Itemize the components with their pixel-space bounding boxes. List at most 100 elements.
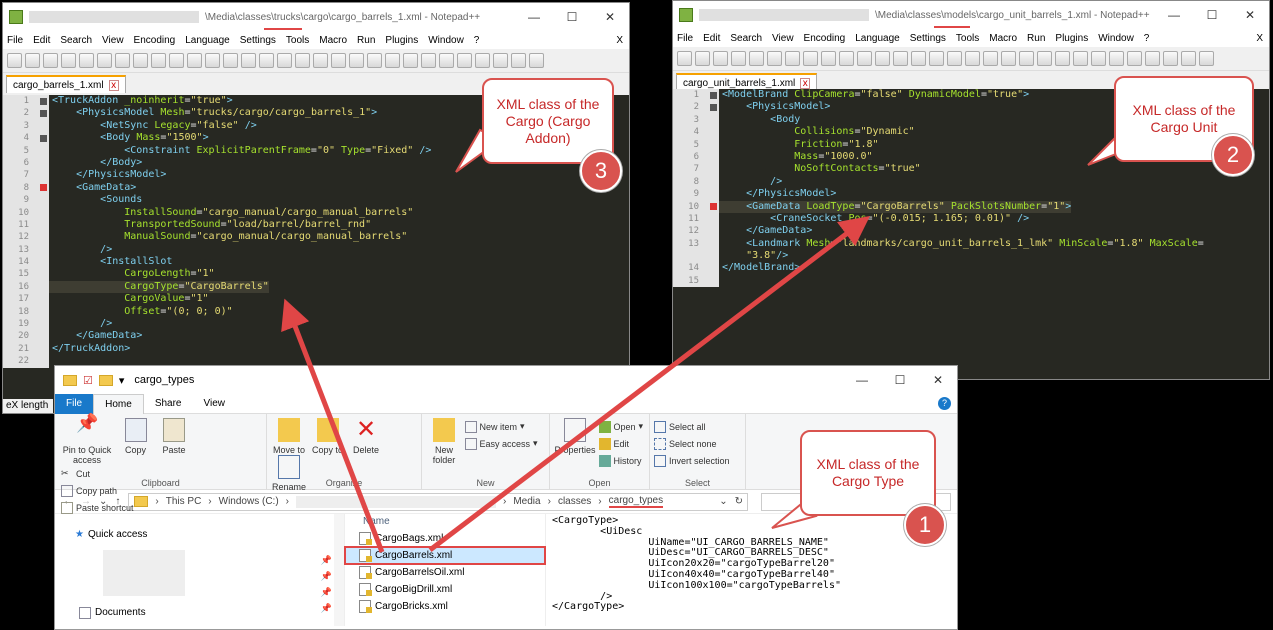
file-item[interactable]: CargoBarrelsOil.xml bbox=[345, 564, 545, 581]
easy-access-button[interactable]: Easy access ▾ bbox=[464, 435, 538, 452]
toolbar-button-icon[interactable] bbox=[1181, 51, 1196, 66]
menu-window[interactable]: Window bbox=[428, 35, 464, 46]
nav-scrollbar[interactable] bbox=[334, 514, 344, 626]
toolbar-button-icon[interactable] bbox=[43, 53, 58, 68]
quick-access-toolbar-icon[interactable]: ☑ bbox=[83, 374, 93, 387]
code-line[interactable]: 11 <CraneSocket Pos="(-0.015; 1.165; 0.0… bbox=[673, 212, 1269, 226]
toolbar-button-icon[interactable] bbox=[97, 53, 112, 68]
tab-file[interactable]: File bbox=[55, 393, 94, 414]
toolbar-button-icon[interactable] bbox=[965, 51, 980, 66]
menu-plugins[interactable]: Plugins bbox=[385, 35, 418, 46]
toolbar-button-icon[interactable] bbox=[421, 53, 436, 68]
toolbar-button-icon[interactable] bbox=[187, 53, 202, 68]
fold-marker[interactable] bbox=[37, 181, 49, 195]
tab-close-icon[interactable]: x bbox=[108, 79, 119, 91]
fold-marker[interactable] bbox=[707, 200, 719, 213]
maximize-icon[interactable]: ☐ bbox=[881, 366, 919, 394]
edit-button[interactable]: Edit bbox=[598, 435, 644, 452]
close-icon[interactable]: ✕ bbox=[919, 366, 957, 394]
menu-run[interactable]: Run bbox=[1027, 33, 1045, 44]
menu-language[interactable]: Language bbox=[185, 35, 230, 46]
menu-view[interactable]: View bbox=[102, 35, 124, 46]
toolbar-button-icon[interactable] bbox=[767, 51, 782, 66]
file-item[interactable]: CargoBricks.xml bbox=[345, 598, 545, 615]
column-header-name[interactable]: Name bbox=[345, 514, 545, 530]
toolbar-button-icon[interactable] bbox=[695, 51, 710, 66]
menu-encoding[interactable]: Encoding bbox=[134, 35, 176, 46]
code-line[interactable]: 11 TransportedSound="load/barrel/barrel_… bbox=[3, 218, 629, 232]
tab-view[interactable]: View bbox=[193, 394, 237, 414]
toolbar-button-icon[interactable] bbox=[731, 51, 746, 66]
menu-macro[interactable]: Macro bbox=[989, 33, 1017, 44]
menu-run[interactable]: Run bbox=[357, 35, 375, 46]
file-item[interactable]: CargoBigDrill.xml bbox=[345, 581, 545, 598]
address-bar[interactable]: › This PC › Windows (C:) › › Media › cla… bbox=[128, 492, 748, 511]
chevron-down-icon[interactable]: ▾ bbox=[119, 374, 125, 387]
code-line[interactable]: 7 </PhysicsModel> bbox=[3, 169, 629, 182]
toolbar-button-icon[interactable] bbox=[1109, 51, 1124, 66]
code-line[interactable]: 17 CargoValue="1" bbox=[3, 293, 629, 306]
toolbar-button-icon[interactable] bbox=[1037, 51, 1052, 66]
file-item-selected[interactable]: CargoBarrels.xml bbox=[344, 546, 546, 565]
toolbar-button-icon[interactable] bbox=[803, 51, 818, 66]
menu-file[interactable]: File bbox=[677, 33, 693, 44]
menu-settings[interactable]: Settings bbox=[910, 33, 946, 44]
code-line[interactable]: "3.8"/> bbox=[673, 250, 1269, 263]
menu-file[interactable]: File bbox=[7, 35, 23, 46]
nav-documents[interactable]: Documents bbox=[65, 604, 146, 621]
toolbar-button-icon[interactable] bbox=[25, 53, 40, 68]
code-line[interactable]: 13 <Landmark Mesh="landmarks/cargo_unit_… bbox=[673, 237, 1269, 251]
toolbar-button-icon[interactable] bbox=[61, 53, 76, 68]
toolbar-button-icon[interactable] bbox=[7, 53, 22, 68]
menu-search[interactable]: Search bbox=[60, 35, 92, 46]
menu-view[interactable]: View bbox=[772, 33, 794, 44]
code-line[interactable]: 8 <GameData> bbox=[3, 181, 629, 195]
copy-button[interactable]: Copy bbox=[118, 418, 154, 455]
toolbar-button-icon[interactable] bbox=[151, 53, 166, 68]
move-to-button[interactable]: Move to bbox=[271, 418, 307, 455]
toolbar-button-icon[interactable] bbox=[511, 53, 526, 68]
toolbar-button-icon[interactable] bbox=[677, 51, 692, 66]
code-line[interactable]: 21 </TruckAddon> bbox=[3, 342, 629, 356]
tab-home[interactable]: Home bbox=[93, 393, 144, 414]
code-line[interactable]: 10 <GameData LoadType="CargoBarrels" Pac… bbox=[673, 200, 1269, 213]
fold-marker[interactable] bbox=[37, 132, 49, 145]
toolbar-button-icon[interactable] bbox=[713, 51, 728, 66]
toolbar-button-icon[interactable] bbox=[223, 53, 238, 68]
toolbar-button-icon[interactable] bbox=[911, 51, 926, 66]
code-line[interactable]: 19 /> bbox=[3, 318, 629, 331]
menu-plugins[interactable]: Plugins bbox=[1055, 33, 1088, 44]
nav-quick-access[interactable]: ★ Quick access bbox=[55, 526, 344, 543]
toolbar-button-icon[interactable] bbox=[1019, 51, 1034, 66]
toolbar-button-icon[interactable] bbox=[1091, 51, 1106, 66]
code-line[interactable]: 16 CargoType="CargoBarrels" bbox=[3, 280, 629, 294]
code-line[interactable]: 7 NoSoftContacts="true" bbox=[673, 163, 1269, 176]
toolbar-button-icon[interactable] bbox=[1127, 51, 1142, 66]
crumb-cargo-types[interactable]: cargo_types bbox=[608, 495, 664, 508]
toolbar-button-icon[interactable] bbox=[529, 53, 544, 68]
code-line[interactable]: 12 ManualSound="cargo_manual/cargo_manua… bbox=[3, 231, 629, 244]
toolbar-button-icon[interactable] bbox=[857, 51, 872, 66]
crumb-windows-c[interactable]: Windows (C:) bbox=[219, 496, 279, 507]
code-line[interactable]: 18 Offset="(0; 0; 0)" bbox=[3, 305, 629, 319]
menu-close-doc[interactable]: X bbox=[616, 35, 623, 46]
new-folder-button[interactable]: New folder bbox=[426, 418, 462, 465]
code-line[interactable]: 8 /> bbox=[673, 175, 1269, 189]
delete-button[interactable]: ✕ Delete bbox=[348, 418, 384, 456]
file-item[interactable]: CargoBags.xml bbox=[345, 530, 545, 547]
toolbar-button-icon[interactable] bbox=[947, 51, 962, 66]
menu-close-doc[interactable]: X bbox=[1256, 33, 1263, 44]
toolbar-button-icon[interactable] bbox=[385, 53, 400, 68]
code-line[interactable]: 14 <InstallSlot bbox=[3, 256, 629, 269]
toolbar-button-icon[interactable] bbox=[983, 51, 998, 66]
toolbar-button-icon[interactable] bbox=[169, 53, 184, 68]
code-line[interactable]: 14 </ModelBrand> bbox=[673, 262, 1269, 275]
toolbar-button-icon[interactable] bbox=[493, 53, 508, 68]
menu-tools[interactable]: Tools bbox=[956, 33, 979, 44]
toolbar-button-icon[interactable] bbox=[839, 51, 854, 66]
crumb-classes[interactable]: classes bbox=[558, 496, 591, 507]
toolbar-button-icon[interactable] bbox=[875, 51, 890, 66]
toolbar-button-icon[interactable] bbox=[205, 53, 220, 68]
refresh-icon[interactable]: ↻ bbox=[735, 496, 747, 507]
new-item-button[interactable]: New item ▾ bbox=[464, 418, 538, 435]
